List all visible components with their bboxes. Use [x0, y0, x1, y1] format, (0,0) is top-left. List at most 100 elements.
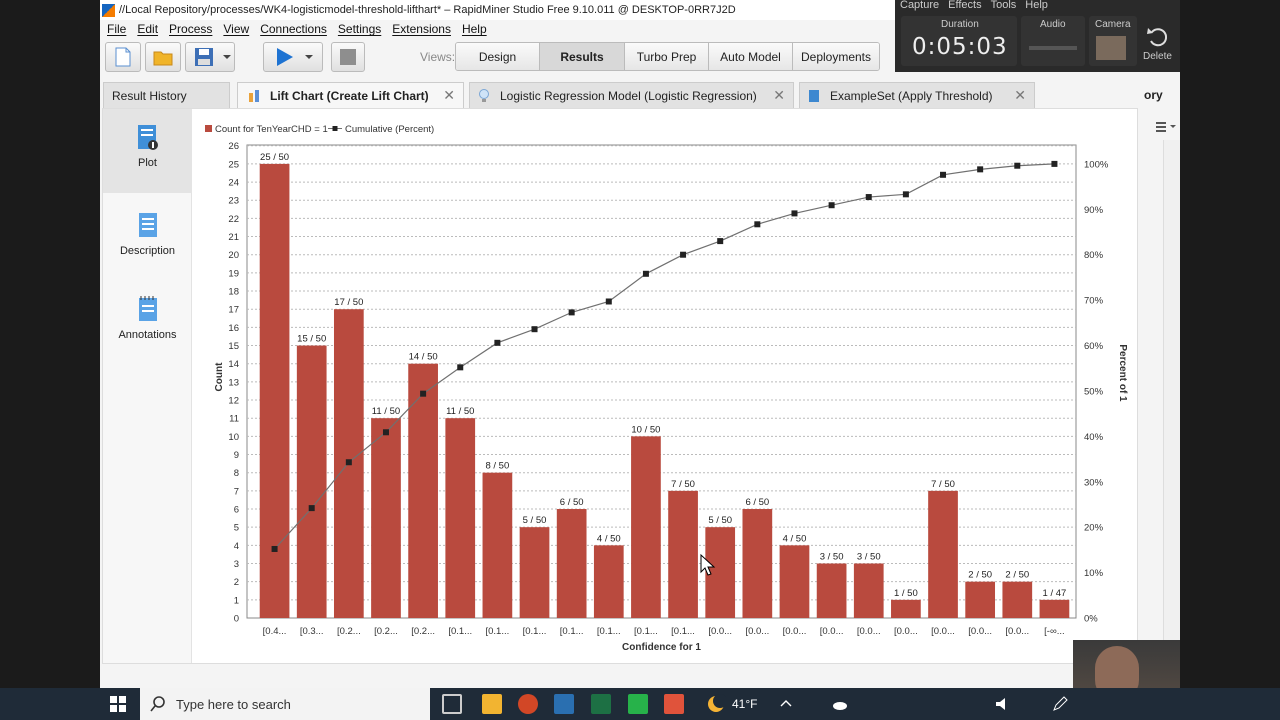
x-tick-label: [0.4...: [263, 626, 287, 637]
right-scrollbar[interactable]: [1163, 140, 1180, 640]
menu-help[interactable]: Help: [462, 22, 487, 36]
y-tick-label: 26: [228, 141, 239, 152]
y-tick-label: 21: [228, 232, 239, 243]
view-auto-model[interactable]: Auto Model: [709, 43, 793, 70]
result-tabs: Result History Lift Chart (Create Lift C…: [100, 82, 1180, 108]
recorder-menu-effects[interactable]: Effects: [948, 0, 981, 11]
cumulative-point: [940, 171, 947, 178]
y2-tick-label: 100%: [1084, 159, 1109, 170]
cumulative-point: [308, 505, 315, 512]
view-results[interactable]: Results: [540, 43, 625, 70]
taskbar-search[interactable]: Type here to search: [140, 688, 430, 720]
audio-panel: Audio: [1021, 16, 1085, 66]
tab-lift-chart[interactable]: Lift Chart (Create Lift Chart) ✕: [237, 82, 464, 108]
delete-button[interactable]: Delete: [1139, 26, 1177, 66]
y2-tick-label: 80%: [1084, 250, 1104, 261]
rapidminer-taskbar-icon[interactable]: [554, 694, 574, 714]
volume-icon[interactable]: [995, 696, 1011, 712]
excel-icon[interactable]: [591, 694, 611, 714]
audio-level-slider[interactable]: [1029, 46, 1077, 50]
y-tick-label: 19: [228, 268, 239, 279]
bar: [408, 363, 438, 618]
menu-settings[interactable]: Settings: [338, 22, 381, 36]
cumulative-point: [828, 202, 835, 209]
camera-preview[interactable]: [1096, 36, 1126, 60]
menu-process[interactable]: Process: [169, 22, 212, 36]
onedrive-icon[interactable]: [832, 697, 848, 711]
bar: [928, 490, 958, 618]
bar-data-label: 3 / 50: [857, 552, 881, 563]
close-icon[interactable]: ✕: [773, 87, 785, 104]
lift-chart: Count for TenYearCHD = 1 Cumulative (Perc…: [205, 124, 1128, 653]
x-tick-label: [0.1...: [634, 626, 658, 637]
tab-example-set[interactable]: ExampleSet (Apply Threshold) ✕: [799, 82, 1035, 108]
bar-data-label: 15 / 50: [297, 334, 326, 345]
tab-label: Lift Chart (Create Lift Chart): [270, 88, 429, 103]
menu-view[interactable]: View: [223, 22, 249, 36]
x-tick-label: [0.0...: [745, 626, 769, 637]
task-view-icon[interactable]: [442, 694, 462, 714]
menu-edit[interactable]: Edit: [137, 22, 158, 36]
y-tick-label: 0: [234, 614, 239, 625]
camtasia-recorder-icon[interactable]: [664, 694, 684, 714]
weather-temperature[interactable]: 41°F: [732, 697, 757, 711]
windows-start-icon[interactable]: [110, 696, 126, 712]
menu-connections[interactable]: Connections: [260, 22, 327, 36]
menu-file[interactable]: File: [107, 22, 126, 36]
nav-annotations[interactable]: Annotations: [103, 281, 192, 365]
stop-process-button[interactable]: [331, 42, 365, 72]
save-process-button[interactable]: [185, 42, 235, 72]
recorder-menu-tools[interactable]: Tools: [991, 0, 1017, 11]
cumulative-point: [420, 390, 427, 397]
y-tick-label: 20: [228, 250, 239, 261]
y-tick-label: 7: [234, 486, 239, 497]
bar: [965, 581, 996, 618]
view-deployments[interactable]: Deployments: [793, 43, 879, 70]
search-placeholder: Type here to search: [176, 696, 291, 712]
bar-data-label: 2 / 50: [968, 570, 992, 581]
bar-data-label: 11 / 50: [372, 406, 400, 417]
y-tick-label: 25: [228, 159, 239, 170]
cumulative-point: [1014, 162, 1021, 169]
x-tick-label: [0.0...: [708, 626, 732, 637]
powerpoint-icon[interactable]: [518, 694, 538, 714]
tab-result-history[interactable]: Result History: [103, 82, 230, 108]
close-icon[interactable]: ✕: [1014, 87, 1026, 104]
file-explorer-icon[interactable]: [482, 694, 502, 714]
menu-extensions[interactable]: Extensions: [392, 22, 451, 36]
view-switcher: Design Results Turbo Prep Auto Model Dep…: [455, 42, 880, 71]
y-tick-label: 13: [228, 377, 239, 388]
panel-menu-icon[interactable]: [1148, 118, 1180, 134]
bar: [482, 472, 513, 618]
cumulative-point: [271, 545, 278, 552]
view-turbo-prep[interactable]: Turbo Prep: [625, 43, 709, 70]
recorder-menu-capture[interactable]: Capture: [900, 0, 939, 11]
y-tick-label: 11: [229, 414, 239, 425]
legend-cumulative-label: Cumulative (Percent): [345, 124, 434, 135]
tab-logistic-regression[interactable]: Logistic Regression Model (Logistic Regr…: [469, 82, 794, 108]
views-label: Views:: [420, 50, 456, 64]
chevron-up-icon[interactable]: [780, 698, 792, 708]
weather-moon-icon: [708, 694, 726, 712]
view-design[interactable]: Design: [456, 43, 540, 70]
new-file-icon: [115, 47, 131, 67]
bar-data-label: 4 / 50: [597, 533, 621, 544]
new-process-button[interactable]: [105, 42, 141, 72]
y-tick-label: 14: [228, 359, 239, 370]
run-process-button[interactable]: [263, 42, 323, 72]
nav-plot[interactable]: Plot: [103, 109, 192, 193]
camtasia-icon[interactable]: [628, 694, 648, 714]
close-icon[interactable]: ✕: [443, 87, 455, 104]
chevron-down-icon: [305, 55, 313, 59]
stop-icon: [340, 49, 356, 65]
nav-description[interactable]: Description: [103, 197, 192, 281]
tab-overflow[interactable]: ory: [1140, 82, 1180, 108]
open-process-button[interactable]: [145, 42, 181, 72]
recorder-menu-help[interactable]: Help: [1025, 0, 1048, 11]
y-tick-label: 22: [228, 214, 239, 225]
y2-tick-label: 50%: [1084, 386, 1104, 397]
pen-icon[interactable]: [1052, 696, 1068, 712]
y-tick-label: 10: [228, 432, 239, 443]
x-tick-label: [0.0...: [783, 626, 807, 637]
audio-label: Audio: [1040, 19, 1066, 30]
